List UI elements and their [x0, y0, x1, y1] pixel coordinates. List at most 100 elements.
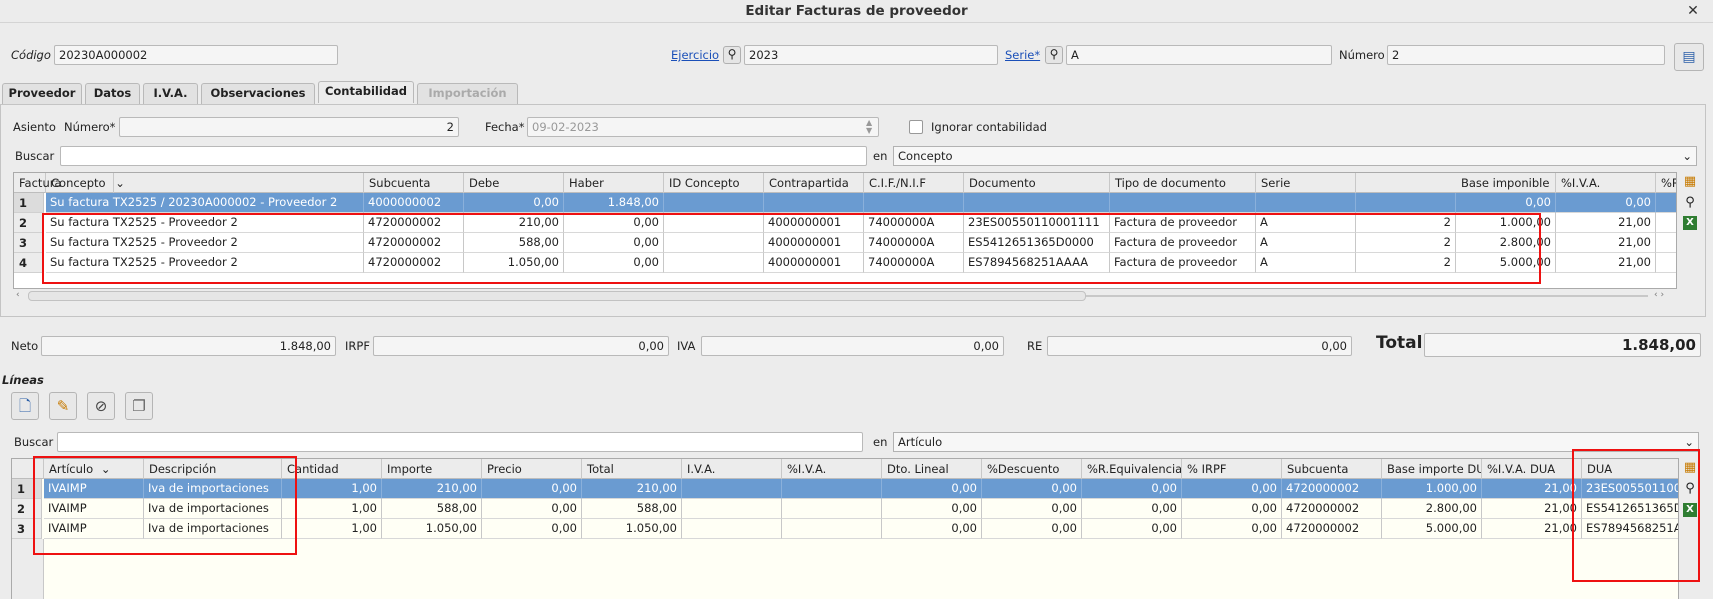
header-dua[interactable]: DUA [1582, 459, 1678, 479]
cell-precio[interactable]: 0,00 [482, 519, 582, 539]
partidas-scrollbar-thumb[interactable] [28, 291, 1086, 301]
cell-idc[interactable] [664, 213, 764, 233]
cell-cif[interactable] [864, 193, 964, 213]
header-subcuenta[interactable]: Subcuenta [1282, 459, 1382, 479]
cell-contra[interactable]: 4000000001 [764, 213, 864, 233]
header-factura[interactable]: Factura [14, 173, 114, 193]
cell-re[interactable] [1656, 233, 1676, 253]
cell-subcuenta[interactable]: 4720000002 [1282, 479, 1382, 499]
header-dto-lineal[interactable]: Dto. Lineal [882, 459, 982, 479]
cell-doc[interactable]: 23ES00550110001111 [964, 213, 1110, 233]
cell-base[interactable]: 5.000,00 [1382, 519, 1482, 539]
header-iva[interactable]: %I.V.A. [1556, 173, 1656, 193]
cell-importe[interactable]: 210,00 [382, 479, 482, 499]
cell-serie[interactable]: A [1256, 213, 1356, 233]
cell-dto[interactable]: 0,00 [882, 499, 982, 519]
cell-subcuenta[interactable]: 4720000002 [364, 213, 464, 233]
cell-req[interactable]: 0,00 [1082, 499, 1182, 519]
cell-doc[interactable]: ES7894568251AAAA [964, 253, 1110, 273]
cell-piva[interactable] [782, 499, 882, 519]
header-contrapartida[interactable]: Contrapartida [764, 173, 864, 193]
cell-req[interactable]: 0,00 [1082, 479, 1182, 499]
serie-search-icon[interactable]: ⚲ [1045, 46, 1063, 64]
lineas-excel-icon[interactable]: X [1683, 503, 1697, 517]
table-row[interactable]: 1 Su factura TX2525 / 20230A000002 - Prov… [14, 193, 1676, 213]
cell-haber[interactable]: 1.848,00 [564, 193, 664, 213]
table-row[interactable]: 1 IVAIMP Iva de importaciones 1,00 210,00 0,0… [12, 479, 1678, 499]
header-debe[interactable]: Debe [464, 173, 564, 193]
cell-subcuenta[interactable]: 4720000002 [1282, 499, 1382, 519]
cell-serie[interactable]: A [1256, 233, 1356, 253]
cell-total[interactable]: 210,00 [582, 479, 682, 499]
cell-dto[interactable]: 0,00 [882, 519, 982, 539]
cell-debe[interactable]: 210,00 [464, 213, 564, 233]
header-precio[interactable]: Precio [482, 459, 582, 479]
cell-tipo[interactable]: Factura de proveedor [1110, 233, 1256, 253]
cell-cif[interactable]: 74000000A [864, 253, 964, 273]
header-id-concepto[interactable]: ID Concepto [664, 173, 764, 193]
header-pdescuento[interactable]: %Descuento [982, 459, 1082, 479]
header-haber[interactable]: Haber [564, 173, 664, 193]
tab-contabilidad[interactable]: Contabilidad [318, 81, 414, 103]
tab-proveedor[interactable]: Proveedor [2, 83, 82, 104]
cell-contra[interactable] [764, 193, 864, 213]
table-row[interactable]: 4 Su factura TX2525 - Proveedor 2 47200000… [14, 253, 1676, 273]
cell-idc[interactable] [664, 253, 764, 273]
cell-irpf[interactable]: 0,00 [1182, 519, 1282, 539]
cell-base[interactable]: 1.000,00 [1382, 479, 1482, 499]
cell-subcuenta[interactable]: 4720000002 [364, 233, 464, 253]
cell-total[interactable]: 1.050,00 [582, 519, 682, 539]
cell-base[interactable]: 1.000,00 [1456, 213, 1556, 233]
cell-haber[interactable]: 0,00 [564, 253, 664, 273]
cell-base[interactable]: 5.000,00 [1456, 253, 1556, 273]
ejercicio-search-icon[interactable]: ⚲ [723, 46, 741, 64]
documents-icon[interactable]: ▤ [1674, 43, 1704, 71]
cell-iva[interactable] [682, 499, 782, 519]
cell-doc[interactable]: ES5412651365D0000 [964, 233, 1110, 253]
cell-base[interactable]: 2.800,00 [1382, 499, 1482, 519]
cell-total[interactable]: 588,00 [582, 499, 682, 519]
copy-line-icon[interactable]: ❐ [125, 392, 153, 420]
cell-idc[interactable] [664, 193, 764, 213]
lineas-search-input[interactable] [57, 432, 863, 452]
cell-contra[interactable]: 4000000001 [764, 253, 864, 273]
search-input[interactable] [60, 146, 867, 166]
cell-subcuenta[interactable]: 4000000002 [364, 193, 464, 213]
cell-concepto[interactable]: Su factura TX2525 / 20230A000002 - Prove… [46, 193, 364, 213]
header-base-dua[interactable]: Base importe DUA [1382, 459, 1482, 479]
cell-debe[interactable]: 588,00 [464, 233, 564, 253]
cell-haber[interactable]: 0,00 [564, 233, 664, 253]
cell-desc[interactable]: Iva de importaciones [144, 519, 282, 539]
lineas-columns-config-icon[interactable]: ▦ [1681, 459, 1699, 477]
edit-line-icon[interactable]: ✎ [49, 392, 77, 420]
cell-concepto[interactable]: Su factura TX2525 - Proveedor 2 [46, 253, 364, 273]
cell-cant[interactable]: 1,00 [282, 519, 382, 539]
lineas-zoom-icon[interactable]: ⚲ [1681, 480, 1699, 498]
header-cantidad[interactable]: Cantidad [282, 459, 382, 479]
cell-cant[interactable]: 1,00 [282, 479, 382, 499]
cell-piva[interactable] [782, 519, 882, 539]
serie-field[interactable]: A [1066, 45, 1332, 65]
cell-re[interactable] [1656, 253, 1676, 273]
cell-cif[interactable]: 74000000A [864, 233, 964, 253]
tab-observaciones[interactable]: Observaciones [201, 83, 315, 104]
cell-debe[interactable]: 0,00 [464, 193, 564, 213]
cell-ivadua[interactable]: 21,00 [1482, 499, 1582, 519]
cell-dto[interactable]: 0,00 [882, 479, 982, 499]
cell-tipo[interactable]: Factura de proveedor [1110, 253, 1256, 273]
cell-re[interactable] [1656, 193, 1676, 213]
cell-factura[interactable]: 2 [1356, 213, 1456, 233]
cell-dua[interactable]: 23ES00550110001111 [1582, 479, 1678, 499]
cell-factura[interactable]: 2 [1356, 233, 1456, 253]
cell-base[interactable]: 0,00 [1456, 193, 1556, 213]
header-cif[interactable]: C.I.F./N.I.F [864, 173, 964, 193]
header-documento[interactable]: Documento [964, 173, 1110, 193]
table-row[interactable]: 2 Su factura TX2525 - Proveedor 2 47200000… [14, 213, 1676, 233]
tab-iva[interactable]: I.V.A. [143, 83, 198, 104]
cell-articulo[interactable]: IVAIMP [44, 499, 144, 519]
ejercicio-link[interactable]: Ejercicio [671, 45, 719, 65]
cell-ivadua[interactable]: 21,00 [1482, 479, 1582, 499]
cell-doc[interactable] [964, 193, 1110, 213]
header-piva[interactable]: %I.V.A. [782, 459, 882, 479]
cell-precio[interactable]: 0,00 [482, 499, 582, 519]
